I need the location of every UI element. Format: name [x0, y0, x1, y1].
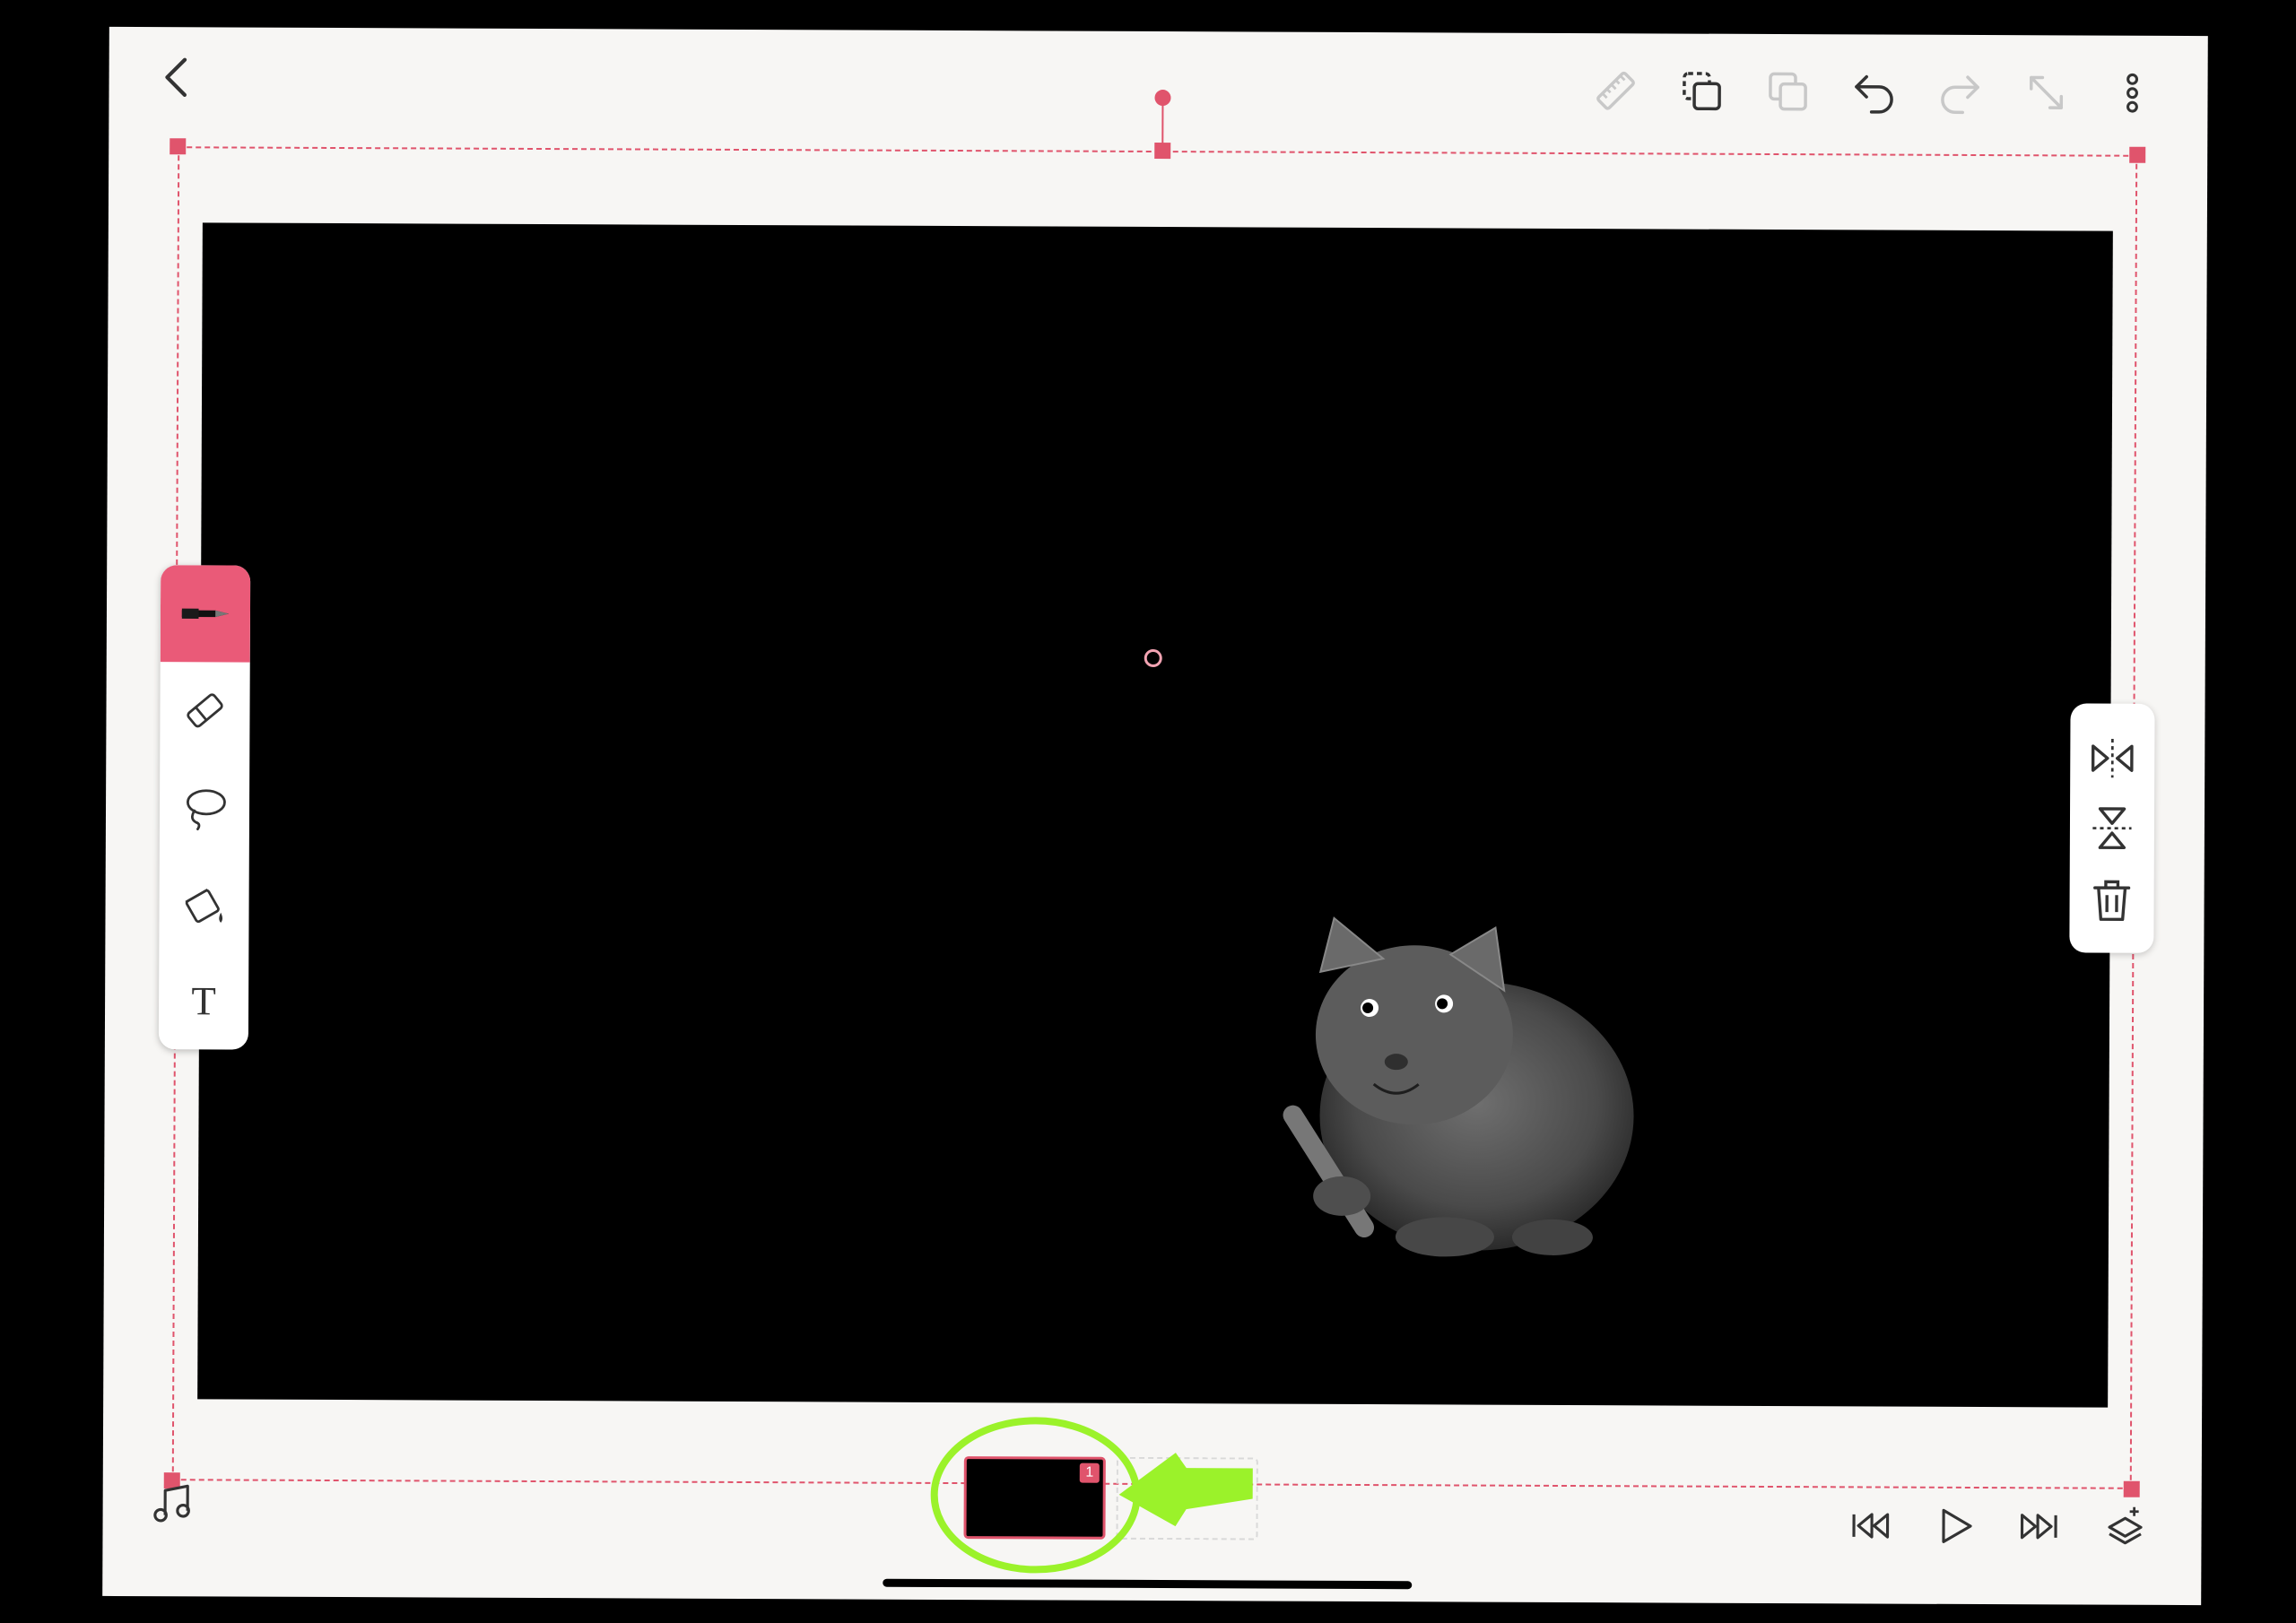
selection-handle-bottom-right[interactable]: [2123, 1480, 2140, 1497]
redo-icon: [1935, 67, 1985, 117]
skip-to-end-icon[interactable]: [2017, 1504, 2062, 1549]
pen-icon: [181, 608, 230, 619]
layers-icon[interactable]: [2102, 1503, 2147, 1548]
undo-icon[interactable]: [1848, 66, 1899, 117]
more-icon[interactable]: [2107, 68, 2157, 118]
frame-number-badge: 1: [1079, 1462, 1100, 1483]
selection-tools-panel: [2069, 703, 2155, 953]
selection-handle-top-right[interactable]: [2129, 146, 2146, 163]
top-toolbar: [109, 27, 2208, 115]
tool-pen[interactable]: [160, 565, 251, 663]
flip-horizontal-icon[interactable]: [2088, 734, 2136, 783]
rotation-handle[interactable]: [1154, 89, 1171, 107]
lasso-icon: [186, 789, 226, 831]
eraser-icon: [187, 693, 223, 728]
chevron-left-icon[interactable]: [152, 52, 202, 102]
resize-icon: [2021, 67, 2071, 117]
duplicate-icon[interactable]: [1676, 66, 1726, 117]
pivot-point[interactable]: [1144, 648, 1162, 668]
drawing-canvas[interactable]: [197, 222, 2113, 1408]
hamster-drawing: [1283, 916, 1634, 1257]
play-icon[interactable]: [1932, 1504, 1977, 1549]
new-frame-slot[interactable]: [1116, 1456, 1258, 1541]
trash-icon[interactable]: [2087, 876, 2135, 924]
tool-lasso[interactable]: [160, 759, 249, 855]
svg-text:T: T: [191, 978, 216, 1023]
bottom-bar: [109, 27, 2208, 1545]
ruler-icon: [1590, 65, 1640, 116]
skip-to-start-icon[interactable]: [1847, 1503, 1892, 1548]
tool-text[interactable]: T: [159, 952, 248, 1049]
rotation-stem: [1161, 99, 1164, 152]
tool-panel: T: [158, 565, 251, 1050]
home-indicator: [883, 1578, 1413, 1590]
text-tool-icon: T: [191, 978, 216, 1023]
frame-thumbnail[interactable]: 1: [963, 1456, 1106, 1540]
paint-bucket-icon: [185, 888, 223, 924]
tool-fill[interactable]: [159, 855, 248, 952]
copy-icon: [1762, 66, 1813, 117]
selection-handle-top-left[interactable]: [170, 138, 187, 155]
app-window: T 1: [102, 26, 2208, 1606]
tool-eraser[interactable]: [160, 662, 249, 759]
music-icon[interactable]: [150, 1481, 195, 1526]
flip-vertical-icon[interactable]: [2088, 804, 2136, 853]
